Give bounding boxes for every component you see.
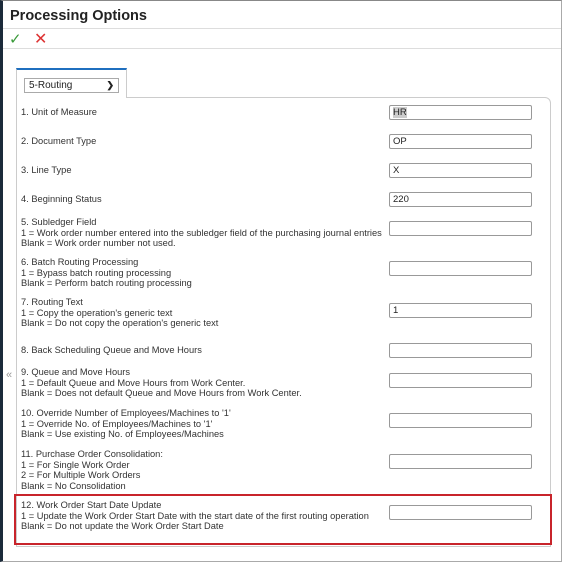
option-value: HR xyxy=(393,107,407,118)
option-input[interactable]: X xyxy=(389,163,532,178)
option-label: 6. Batch Routing Processing 1 = Bypass ba… xyxy=(21,257,192,289)
option-description: 1 = Override No. of Employees/Machines t… xyxy=(21,418,213,429)
x-icon[interactable]: ✕ xyxy=(34,29,47,49)
option-label: 4. Beginning Status xyxy=(21,194,102,205)
option-description: Blank = Do not copy the operation's gene… xyxy=(21,318,219,328)
tab-select-value: 5-Routing xyxy=(29,80,73,91)
option-description: Blank = Use existing No. of Employees/Ma… xyxy=(21,429,224,439)
option-title: 8. Back Scheduling Queue and Move Hours xyxy=(21,345,202,355)
option-label: 11. Purchase Order Consolidation: 1 = For… xyxy=(21,449,163,491)
option-title: 5. Subledger Field xyxy=(21,217,97,227)
option-value: X xyxy=(393,165,400,176)
chevron-down-icon: ❯ xyxy=(106,80,114,90)
checkmark-icon[interactable]: ✓ xyxy=(9,30,22,48)
option-input[interactable]: HR xyxy=(389,105,532,120)
option-description: Blank = Perform batch routing processing xyxy=(21,278,192,288)
option-input[interactable] xyxy=(389,413,532,428)
option-title: 4. Beginning Status xyxy=(21,194,102,204)
option-description: Blank = No Consolidation xyxy=(21,480,126,491)
option-title: 10. Override Number of Employees/Machine… xyxy=(21,408,231,418)
option-input[interactable] xyxy=(389,454,532,469)
option-description: 1 = Copy the operation's generic text xyxy=(21,307,173,318)
option-label: 1. Unit of Measure xyxy=(21,107,97,118)
collapse-handle-icon[interactable]: « xyxy=(6,369,12,381)
option-label: 5. Subledger Field 1 = Work order number … xyxy=(21,217,382,249)
option-label: 3. Line Type xyxy=(21,165,71,176)
option-input[interactable] xyxy=(389,343,532,358)
option-input[interactable] xyxy=(389,261,532,276)
window-title: Processing Options xyxy=(10,8,147,24)
option-title: 7. Routing Text xyxy=(21,297,83,307)
option-description: Blank = Work order number not used. xyxy=(21,238,176,248)
option-title: 6. Batch Routing Processing xyxy=(21,257,139,267)
option-label: 9. Queue and Move Hours 1 = Default Queue… xyxy=(21,367,302,399)
option-description: 1 = For Single Work Order xyxy=(21,459,130,470)
option-description: Blank = Does not default Queue and Move … xyxy=(21,388,302,398)
option-title: 9. Queue and Move Hours xyxy=(21,367,131,377)
option-value: 220 xyxy=(393,194,409,205)
option-description: 1 = Bypass batch routing processing xyxy=(21,267,172,278)
option-input[interactable]: 1 xyxy=(389,303,532,318)
option-input[interactable] xyxy=(389,221,532,236)
option-input[interactable]: OP xyxy=(389,134,532,149)
option-value: 1 xyxy=(393,305,399,316)
option-input[interactable]: 220 xyxy=(389,192,532,207)
divider xyxy=(3,28,561,29)
option-value: OP xyxy=(393,136,407,147)
option-description: 1 = Work order number entered into the s… xyxy=(21,227,382,238)
tab-select[interactable]: 5-Routing ❯ xyxy=(24,78,119,93)
option-label: 7. Routing Text 1 = Copy the operation's … xyxy=(21,297,218,329)
tab-routing[interactable]: 5-Routing ❯ xyxy=(16,68,127,98)
option-title: 2. Document Type xyxy=(21,136,97,146)
option-title: 3. Line Type xyxy=(21,165,72,175)
divider xyxy=(3,48,561,49)
option-title: 1. Unit of Measure xyxy=(21,107,97,117)
option-label: 8. Back Scheduling Queue and Move Hours xyxy=(21,345,202,356)
option-label: 2. Document Type xyxy=(21,136,96,147)
option-title: 11. Purchase Order Consolidation: xyxy=(21,449,163,459)
option-label: 10. Override Number of Employees/Machine… xyxy=(21,408,231,440)
highlight-box xyxy=(14,494,552,545)
option-description: 1 = Default Queue and Move Hours from Wo… xyxy=(21,377,246,388)
option-input[interactable] xyxy=(389,373,532,388)
option-description: 2 = For Multiple Work Orders xyxy=(21,470,141,480)
